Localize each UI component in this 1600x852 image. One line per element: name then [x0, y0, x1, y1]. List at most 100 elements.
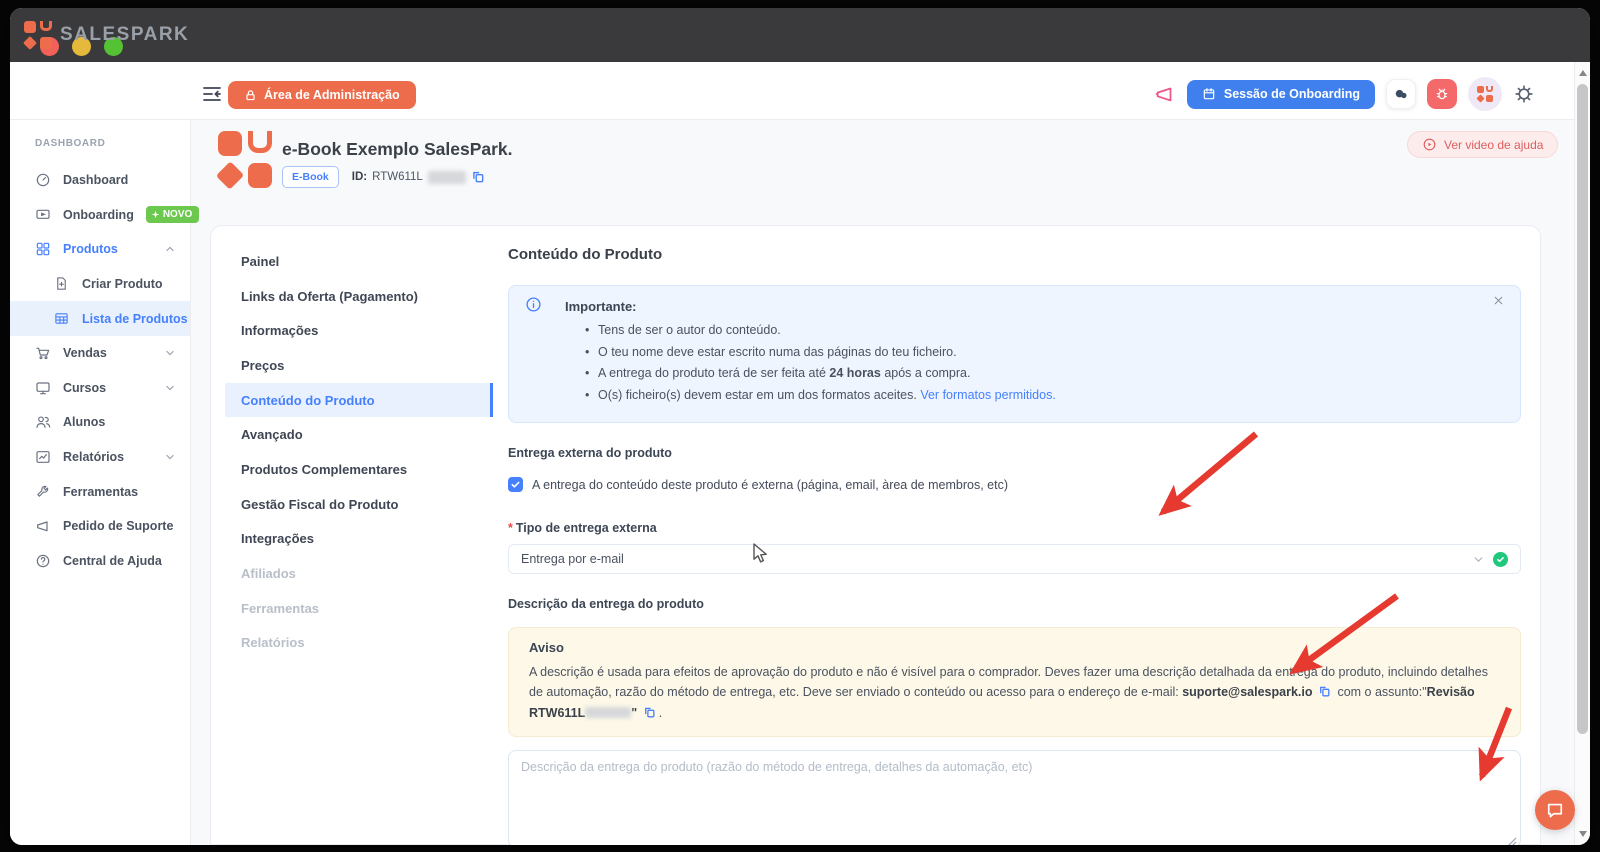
- sidebar-item-criar-produto[interactable]: Criar Produto: [10, 267, 190, 302]
- info-icon: [525, 296, 542, 313]
- chevron-up-icon: [164, 243, 176, 255]
- description-label: Descrição da entrega do produto: [508, 597, 1521, 611]
- table-icon: [54, 311, 70, 327]
- product-nav-informacoes[interactable]: Informações: [225, 313, 493, 348]
- chevron-down-icon: [164, 382, 176, 394]
- calendar-icon: [1202, 87, 1216, 101]
- play-circle-icon: [1422, 137, 1437, 152]
- sidebar-item-ferramentas[interactable]: Ferramentas: [10, 474, 190, 509]
- sidebar-item-dashboard[interactable]: Dashboard: [10, 163, 190, 198]
- product-nav: Painel Links da Oferta (Pagamento) Infor…: [225, 244, 493, 660]
- speedometer-icon: [35, 172, 51, 188]
- select-value: Entrega por e-mail: [521, 552, 624, 566]
- admin-area-button[interactable]: Área de Administração: [228, 81, 416, 109]
- brand-name: SALESPARK: [60, 24, 189, 46]
- avatar-logo-icon: [1477, 86, 1494, 103]
- product-nav-ferramentas: Ferramentas: [225, 591, 493, 626]
- onboarding-session-button[interactable]: Sessão de Onboarding: [1187, 80, 1375, 109]
- page-title: Conteúdo do Produto: [508, 246, 1521, 263]
- product-nav-produtos-complementares[interactable]: Produtos Complementares: [225, 452, 493, 487]
- presentation-icon: [35, 207, 51, 223]
- monitor-icon: [35, 380, 51, 396]
- chat-widget-button[interactable]: [1535, 790, 1575, 830]
- scroll-up-arrow[interactable]: [1579, 70, 1587, 76]
- delivery-type-label: *Tipo de entrega externa: [508, 521, 1521, 535]
- product-nav-afiliados: Afiliados: [225, 556, 493, 591]
- sidebar-item-vendas[interactable]: Vendas: [10, 336, 190, 371]
- sidebar-item-cursos[interactable]: Cursos: [10, 371, 190, 406]
- redacted-id-segment: [428, 171, 466, 184]
- grid-icon: [35, 241, 51, 257]
- product-nav-avancado[interactable]: Avançado: [225, 417, 493, 452]
- sidebar-item-alunos[interactable]: Alunos: [10, 405, 190, 440]
- sidebar-section-label: DASHBOARD: [10, 138, 190, 163]
- bug-icon: [1434, 86, 1450, 102]
- product-logo-image: [218, 131, 272, 189]
- alert-bullet: A entrega do produto terá de ser feita a…: [585, 365, 1480, 381]
- delivery-type-select[interactable]: Entrega por e-mail: [508, 544, 1521, 574]
- description-warning-box: Aviso A descrição é usada para efeitos d…: [508, 627, 1521, 737]
- help-circle-icon: [35, 553, 51, 569]
- product-nav-links-da-oferta[interactable]: Links da Oferta (Pagamento): [225, 279, 493, 314]
- settings-gear-icon[interactable]: [1513, 83, 1535, 105]
- file-plus-icon: [54, 276, 70, 292]
- help-video-button[interactable]: Ver video de ajuda: [1407, 131, 1558, 158]
- alert-bullet: O teu nome deve estar escrito numa das p…: [585, 344, 1480, 360]
- cart-icon: [35, 345, 51, 361]
- user-avatar[interactable]: [1468, 77, 1502, 111]
- product-id: ID: RTW611L: [352, 170, 485, 184]
- alert-bullet: O(s) ficheiro(s) devem estar em um dos f…: [585, 387, 1480, 403]
- lock-icon: [244, 89, 257, 102]
- chevron-down-icon: [1472, 553, 1485, 566]
- sidebar-collapse-icon[interactable]: [200, 82, 224, 106]
- important-info-alert: Importante: Tens de ser o autor do conte…: [508, 285, 1521, 423]
- copy-icon[interactable]: [471, 170, 485, 184]
- sidebar-item-relatorios[interactable]: Relatórios: [10, 440, 190, 475]
- megaphone-icon: [35, 518, 51, 534]
- window-titlebar: [10, 8, 1590, 62]
- scroll-down-arrow[interactable]: [1579, 831, 1587, 837]
- product-nav-gestao-fiscal[interactable]: Gestão Fiscal do Produto: [225, 487, 493, 522]
- product-nav-conteudo-do-produto[interactable]: Conteúdo do Produto: [225, 383, 493, 418]
- formats-link[interactable]: Ver formatos permitidos.: [920, 388, 1055, 402]
- product-nav-relatorios: Relatórios: [225, 626, 493, 661]
- sidebar-item-lista-de-produtos[interactable]: Lista de Produtos: [10, 301, 190, 336]
- wrench-icon: [35, 484, 51, 500]
- content-card: Painel Links da Oferta (Pagamento) Infor…: [210, 225, 1541, 845]
- product-type-badge: E-Book: [282, 166, 339, 188]
- product-nav-precos[interactable]: Preços: [225, 348, 493, 383]
- salespark-logo-icon: [24, 21, 52, 49]
- product-nav-integracoes[interactable]: Integrações: [225, 522, 493, 557]
- redacted-subject-segment: [585, 707, 631, 718]
- sidebar-item-pedido-de-suporte[interactable]: Pedido de Suporte: [10, 509, 190, 544]
- checkbox-checked[interactable]: [508, 477, 523, 492]
- checkbox-label: A entrega do conteúdo deste produto é ex…: [532, 478, 1008, 492]
- close-icon[interactable]: [1492, 294, 1506, 308]
- sidebar-item-produtos[interactable]: Produtos: [10, 232, 190, 267]
- sidebar-item-central-de-ajuda[interactable]: Central de Ajuda: [10, 544, 190, 579]
- chevron-down-icon: [164, 451, 176, 463]
- delivery-description-textarea[interactable]: [508, 750, 1521, 845]
- chat-bubble-icon: [1545, 800, 1565, 820]
- product-title: e-Book Exemplo SalesPark.: [282, 139, 513, 160]
- warning-title: Aviso: [529, 640, 1500, 655]
- app-window: SALESPARK Área de Administração Sessão: [10, 8, 1590, 845]
- sparkle-icon: [151, 210, 160, 219]
- external-delivery-label: Entrega externa do produto: [508, 446, 1521, 460]
- students-icon: [35, 414, 51, 430]
- scrollbar-thumb[interactable]: [1577, 84, 1588, 734]
- novo-badge: NOVO: [146, 206, 199, 223]
- support-email: suporte@salespark.io: [1182, 685, 1312, 699]
- theme-toggle-button[interactable]: [1386, 79, 1416, 109]
- scrollbar[interactable]: [1574, 62, 1590, 845]
- alert-bullet: Tens de ser o autor do conteúdo.: [585, 322, 1480, 338]
- sidebar: DASHBOARD Dashboard Onboarding NOVO Prod…: [10, 120, 191, 845]
- announcements-icon[interactable]: [1154, 83, 1176, 105]
- copy-icon[interactable]: [1318, 685, 1332, 699]
- external-delivery-checkbox-row[interactable]: A entrega do conteúdo deste produto é ex…: [508, 477, 1521, 492]
- product-nav-painel[interactable]: Painel: [225, 244, 493, 279]
- sidebar-item-onboarding[interactable]: Onboarding NOVO: [10, 198, 190, 233]
- copy-icon[interactable]: [643, 706, 657, 720]
- report-bug-button[interactable]: [1427, 79, 1457, 109]
- salespark-logo: SALESPARK: [24, 21, 189, 49]
